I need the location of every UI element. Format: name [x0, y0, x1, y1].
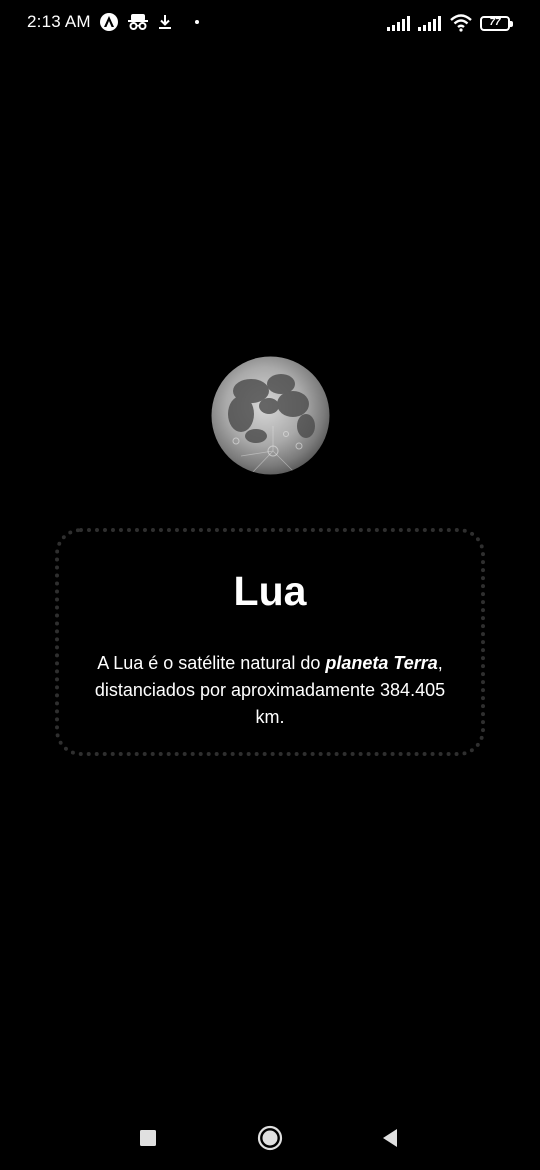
- card-desc-bold: planeta Terra: [325, 653, 438, 673]
- home-button[interactable]: [252, 1125, 288, 1151]
- moon-image: [211, 356, 330, 475]
- info-card: Lua A Lua é o satélite natural do planet…: [55, 528, 485, 756]
- recent-apps-icon: [140, 1130, 156, 1146]
- back-button[interactable]: [372, 1125, 408, 1151]
- status-right: 77: [387, 14, 513, 32]
- incognito-icon: [127, 13, 149, 31]
- status-time: 2:13 AM: [27, 12, 91, 31]
- battery-icon: 77: [480, 15, 513, 31]
- assistant-icon: [99, 12, 119, 32]
- status-left: 2:13 AM: [27, 12, 199, 32]
- signal-icon: [387, 15, 411, 31]
- home-icon: [257, 1125, 283, 1151]
- card-title: Lua: [233, 568, 307, 614]
- dot-icon: [194, 20, 199, 24]
- card-desc-part1: A Lua é o satélite natural do: [97, 653, 326, 673]
- recent-apps-button[interactable]: [130, 1125, 166, 1151]
- card-description: A Lua é o satélite natural do planeta Te…: [83, 650, 457, 731]
- battery-level: 77: [489, 17, 501, 28]
- back-icon: [383, 1129, 397, 1147]
- download-icon: [157, 13, 173, 31]
- wifi-icon: [449, 14, 473, 32]
- status-bar: 2:13 AM 77: [0, 0, 540, 48]
- navigation-bar: [0, 1108, 540, 1170]
- signal-icon-2: [418, 15, 442, 31]
